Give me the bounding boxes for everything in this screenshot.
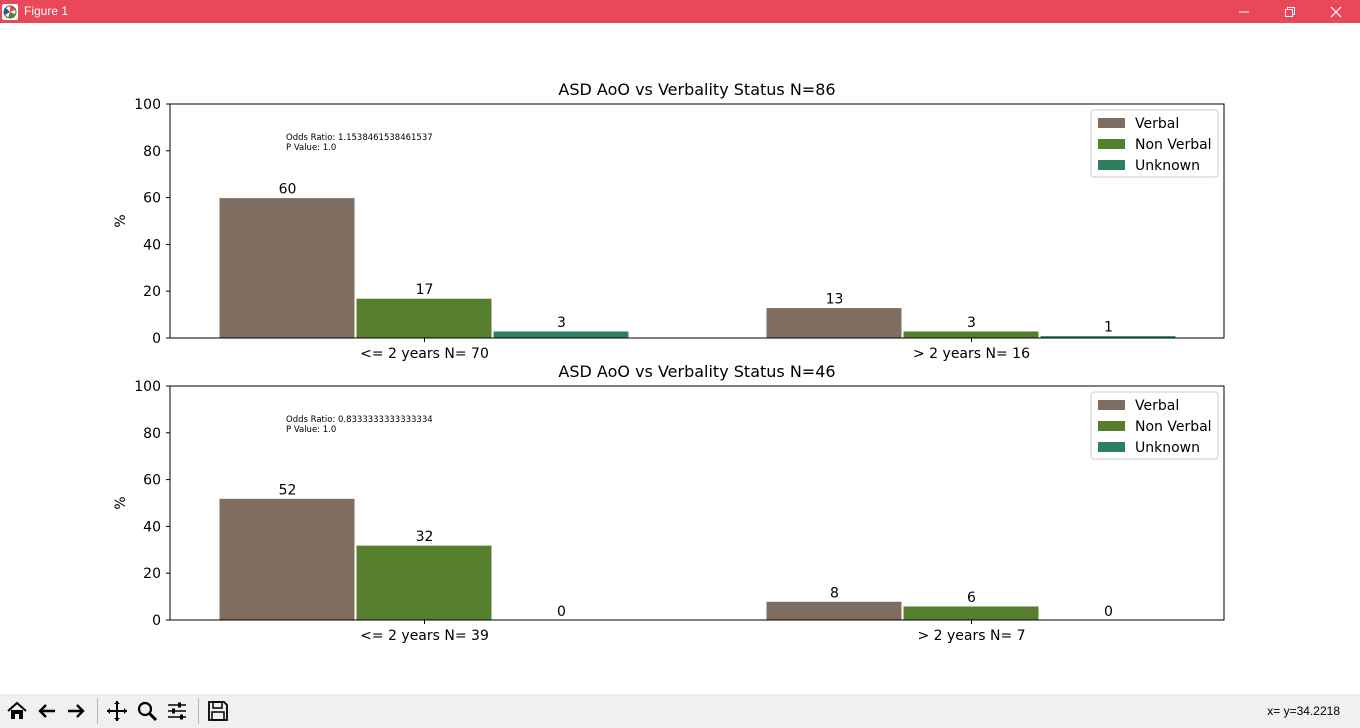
- stats-annotation: P Value: 1.0: [286, 143, 336, 153]
- forward-button[interactable]: [62, 696, 90, 726]
- legend-entry: Verbal: [1135, 116, 1179, 132]
- y-tick-label: 20: [143, 284, 161, 300]
- legend-swatch: [1098, 442, 1125, 452]
- bar-non-verbal: [355, 544, 493, 621]
- legend-swatch: [1098, 118, 1125, 128]
- y-tick-label: 80: [143, 144, 161, 160]
- y-tick-label: 100: [134, 97, 161, 113]
- matplotlib-app-icon: [2, 4, 18, 20]
- bar-value-label: 3: [557, 315, 566, 331]
- bar-value-label: 3: [967, 315, 976, 331]
- y-tick-label: 100: [134, 379, 161, 395]
- bar-non-verbal: [902, 330, 1040, 339]
- bar-non-verbal: [355, 297, 493, 339]
- bar-value-label: 0: [557, 604, 566, 620]
- bar-value-label: 60: [279, 182, 297, 198]
- x-tick-label: > 2 years N= 16: [913, 346, 1030, 362]
- bar-value-label: 8: [830, 585, 839, 601]
- bar-value-label: 32: [416, 529, 434, 545]
- window-title: Figure 1: [24, 4, 69, 18]
- y-tick-label: 40: [143, 519, 161, 535]
- title-bar: Figure 1: [0, 0, 1360, 23]
- navigation-toolbar: x= y=34.2218: [0, 694, 1360, 728]
- minimize-button[interactable]: [1221, 0, 1267, 23]
- legend-swatch: [1098, 160, 1125, 170]
- forward-arrow-icon: [68, 704, 85, 718]
- toolbar-separator: [198, 698, 199, 724]
- bar-value-label: 1: [1104, 320, 1113, 336]
- configure-subplots-button[interactable]: [163, 696, 191, 726]
- zoom-button[interactable]: [133, 696, 161, 726]
- restore-button[interactable]: [1267, 0, 1313, 23]
- legend-entry: Verbal: [1135, 398, 1179, 414]
- figure-canvas[interactable]: ASD AoO vs Verbality Status N=86 60 13 17 3 3…: [0, 23, 1360, 694]
- subplot-2: ASD AoO vs Verbality Status N=465283260 0…: [113, 362, 1225, 644]
- legend-swatch: [1098, 400, 1125, 410]
- toolbar-separator: [97, 698, 98, 724]
- legend-entry: Unknown: [1135, 440, 1200, 456]
- chart-title: ASD AoO vs Verbality Status N=46: [558, 362, 835, 381]
- pan-button[interactable]: [103, 696, 131, 726]
- y-tick-label: 40: [143, 237, 161, 253]
- cursor-coordinates: x= y=34.2218: [1267, 704, 1340, 718]
- bar-value-label: 52: [279, 482, 297, 498]
- legend-entry: Non Verbal: [1135, 137, 1212, 153]
- chart-title: ASD AoO vs Verbality Status N=86: [558, 80, 835, 99]
- bar-value-label: 17: [416, 282, 434, 298]
- minimize-icon: [1239, 11, 1249, 13]
- y-tick-label: 0: [152, 331, 161, 347]
- close-button[interactable]: [1313, 0, 1359, 23]
- bar-verbal: [765, 307, 903, 339]
- stats-annotation: Odds Ratio: 0.8333333333333334: [286, 415, 433, 425]
- stats-annotation: P Value: 1.0: [286, 425, 336, 435]
- y-axis-label: %: [113, 214, 129, 227]
- bar-unknown: [492, 330, 630, 339]
- bar-verbal: [765, 600, 903, 621]
- bar-verbal: [218, 497, 356, 621]
- home-button[interactable]: [3, 696, 31, 726]
- y-tick-label: 60: [143, 191, 161, 207]
- y-tick-label: 20: [143, 566, 161, 582]
- close-icon: [1330, 6, 1342, 18]
- bar-non-verbal: [902, 605, 1040, 621]
- x-tick-label: > 2 years N= 7: [917, 628, 1025, 644]
- legend-entry: Non Verbal: [1135, 419, 1212, 435]
- zoom-icon: [137, 701, 158, 722]
- y-tick-label: 0: [152, 613, 161, 629]
- subplot-1: ASD AoO vs Verbality Status N=86 60 13 17 3 3…: [113, 80, 1225, 362]
- pan-icon: [107, 701, 127, 721]
- bar-verbal: [218, 197, 356, 339]
- y-axis-label: %: [113, 496, 129, 509]
- y-tick-label: 60: [143, 473, 161, 489]
- bar-value-label: 0: [1104, 604, 1113, 620]
- x-tick-label: <= 2 years N= 70: [360, 346, 489, 362]
- bar-value-label: 6: [967, 590, 976, 606]
- x-tick-label: <= 2 years N= 39: [360, 628, 489, 644]
- save-icon: [208, 701, 228, 721]
- back-arrow-icon: [38, 704, 55, 718]
- figure-svg: ASD AoO vs Verbality Status N=8660131733…: [113, 80, 1225, 644]
- home-icon: [7, 701, 27, 719]
- legend-swatch: [1098, 421, 1125, 431]
- back-button[interactable]: [33, 696, 61, 726]
- stats-annotation: Odds Ratio: 1.1538461538461537: [286, 133, 433, 143]
- y-tick-label: 80: [143, 426, 161, 442]
- legend-entry: Unknown: [1135, 158, 1200, 174]
- restore-icon: [1285, 7, 1295, 17]
- save-button[interactable]: [204, 696, 232, 726]
- bar-value-label: 13: [826, 292, 844, 308]
- legend-swatch: [1098, 139, 1125, 149]
- configure-subplots-icon: [168, 702, 186, 720]
